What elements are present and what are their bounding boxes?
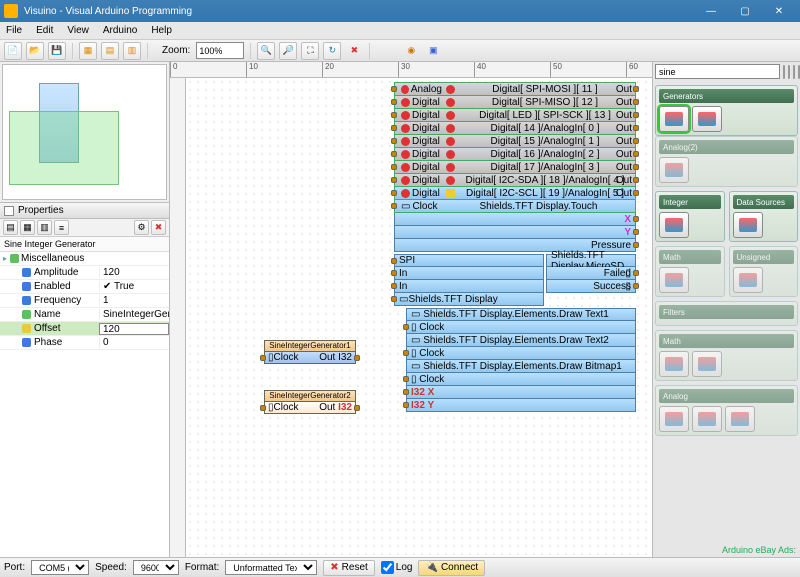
- app-title: Visuino - Visual Arduino Programming: [24, 6, 192, 17]
- properties-toolbar: ▤ ▦ ▥ ≡ ⚙ ✖: [0, 219, 169, 237]
- menu-help[interactable]: Help: [149, 25, 174, 36]
- palette-group: Analog(2): [655, 136, 798, 187]
- arduino-board-block[interactable]: Analog Digital[ SPI-MOSI ][ 11 ] Out Dig…: [394, 82, 636, 412]
- ruler-horizontal: 0102030405060: [170, 62, 652, 78]
- speed-combo[interactable]: 9600: [133, 560, 179, 575]
- palette-item[interactable]: [692, 406, 722, 432]
- grid3-button[interactable]: ▥: [123, 42, 141, 60]
- prop-tb-4[interactable]: ≡: [54, 220, 69, 235]
- palette-item[interactable]: [725, 406, 755, 432]
- prop-tb-5[interactable]: ⚙: [134, 220, 149, 235]
- menu-view[interactable]: View: [65, 25, 91, 36]
- save-button[interactable]: 💾: [48, 42, 66, 60]
- palette-filter-1[interactable]: [783, 65, 785, 79]
- palette-group: Generators: [655, 85, 798, 136]
- zoom-out-icon[interactable]: 🔎: [279, 42, 297, 60]
- zoom-combo[interactable]: [196, 42, 244, 59]
- prop-row-frequency[interactable]: Frequency1: [0, 294, 169, 308]
- palette-group: Filters: [655, 301, 798, 326]
- palette-group: Data Sources: [729, 191, 799, 242]
- delete-icon[interactable]: ✖: [345, 42, 363, 60]
- ruler-vertical: [170, 78, 186, 557]
- format-combo[interactable]: Unformatted Text: [225, 560, 317, 575]
- prop-row-offset[interactable]: Offset120: [0, 322, 169, 336]
- serial-icon[interactable]: ▣: [424, 42, 442, 60]
- main-toolbar: 📄 📂 💾 ▦ ▤ ▥ Zoom: 🔍 🔎 ⛶ ↻ ✖ ◉ ▣: [0, 40, 800, 62]
- palette-search[interactable]: [655, 64, 780, 79]
- sine-generator-1[interactable]: SineIntegerGenerator1 ▯ Clock Out I32: [264, 340, 356, 364]
- overview-panel[interactable]: [2, 64, 167, 200]
- titlebar: Visuino - Visual Arduino Programming — ▢…: [0, 0, 800, 22]
- component-palette: GeneratorsAnalog(2)IntegerData SourcesMa…: [652, 62, 800, 557]
- palette-item[interactable]: [692, 106, 722, 132]
- prop-group-row[interactable]: ▸ Miscellaneous: [0, 252, 169, 266]
- properties-object: Sine Integer Generator: [0, 237, 169, 252]
- palette-filter-3[interactable]: [793, 65, 795, 79]
- connect-button[interactable]: 🔌Connect: [418, 560, 485, 576]
- palette-item[interactable]: [733, 212, 763, 238]
- properties-title: Properties: [18, 205, 64, 216]
- panel-icon: [4, 206, 14, 216]
- port-combo[interactable]: COM5 (…: [31, 560, 89, 575]
- upload-icon[interactable]: ◉: [402, 42, 420, 60]
- grid2-button[interactable]: ▤: [101, 42, 119, 60]
- palette-item[interactable]: [659, 406, 689, 432]
- log-checkbox[interactable]: Log: [381, 561, 413, 574]
- menubar: File Edit View Arduino Help: [0, 22, 800, 40]
- palette-item[interactable]: [659, 212, 689, 238]
- properties-panel: Properties ▤ ▦ ▥ ≡ ⚙ ✖ Sine Integer Gene…: [0, 202, 169, 557]
- zoom-label: Zoom:: [162, 45, 190, 56]
- format-label: Format:: [185, 562, 219, 573]
- zoom-fit-icon[interactable]: ⛶: [301, 42, 319, 60]
- prop-row-enabled[interactable]: Enabled✔ True: [0, 280, 169, 294]
- palette-group: Math: [655, 330, 798, 381]
- prop-tb-2[interactable]: ▦: [20, 220, 35, 235]
- palette-item[interactable]: [659, 157, 689, 183]
- window-close[interactable]: ✕: [762, 0, 796, 22]
- ads-label: Arduino eBay Ads:: [722, 545, 796, 555]
- palette-group: Analog: [655, 385, 798, 436]
- menu-arduino[interactable]: Arduino: [101, 25, 139, 36]
- palette-item[interactable]: [733, 267, 763, 293]
- palette-item[interactable]: [659, 267, 689, 293]
- prop-row-amplitude[interactable]: Amplitude120: [0, 266, 169, 280]
- palette-group: Math: [655, 246, 725, 297]
- prop-row-phase[interactable]: Phase0: [0, 336, 169, 350]
- prop-row-name[interactable]: NameSineIntegerGenerator2: [0, 308, 169, 322]
- app-icon: [4, 4, 18, 18]
- window-minimize[interactable]: —: [694, 0, 728, 22]
- design-canvas[interactable]: Analog Digital[ SPI-MOSI ][ 11 ] Out Dig…: [186, 78, 652, 557]
- speed-label: Speed:: [95, 562, 127, 573]
- prop-tb-del[interactable]: ✖: [151, 220, 166, 235]
- palette-group: Unsigned: [729, 246, 799, 297]
- new-button[interactable]: 📄: [4, 42, 22, 60]
- statusbar: Port: COM5 (… Speed: 9600 Format: Unform…: [0, 557, 800, 577]
- grid1-button[interactable]: ▦: [79, 42, 97, 60]
- prop-tb-1[interactable]: ▤: [3, 220, 18, 235]
- menu-file[interactable]: File: [4, 25, 24, 36]
- zoom-in-icon[interactable]: 🔍: [257, 42, 275, 60]
- palette-item[interactable]: [692, 351, 722, 377]
- palette-item[interactable]: [659, 351, 689, 377]
- open-button[interactable]: 📂: [26, 42, 44, 60]
- prop-tb-3[interactable]: ▥: [37, 220, 52, 235]
- palette-group: Integer: [655, 191, 725, 242]
- window-maximize[interactable]: ▢: [728, 0, 762, 22]
- sine-generator-2[interactable]: SineIntegerGenerator2 ▯ Clock Out I32: [264, 390, 356, 414]
- palette-filter-2[interactable]: [788, 65, 790, 79]
- reset-button[interactable]: ✖Reset: [323, 560, 375, 576]
- palette-item[interactable]: [659, 106, 689, 132]
- menu-edit[interactable]: Edit: [34, 25, 55, 36]
- port-label: Port:: [4, 562, 25, 573]
- refresh-icon[interactable]: ↻: [323, 42, 341, 60]
